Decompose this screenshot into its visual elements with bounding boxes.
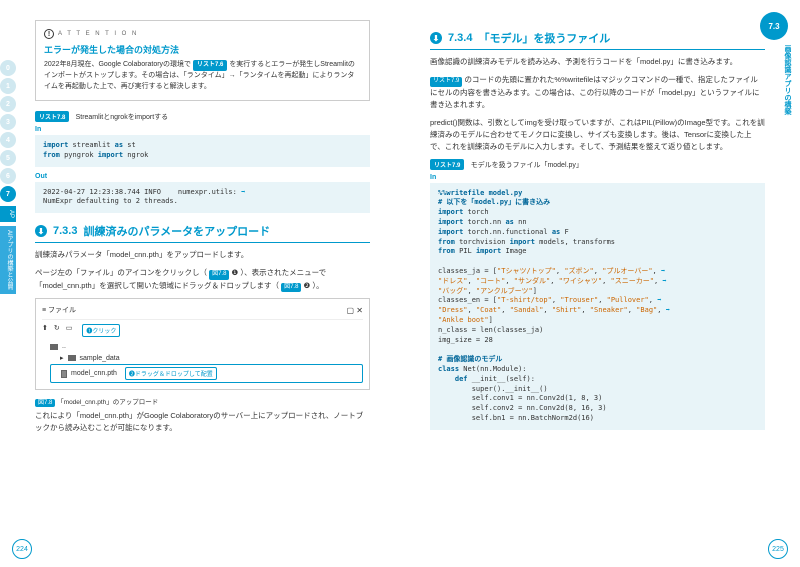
listing-header: リスト7.9 モデルを扱うファイル「model.py」 bbox=[430, 159, 765, 170]
attention-icon: ! bbox=[44, 29, 54, 39]
file-name: model_cnn.pth bbox=[71, 370, 117, 377]
refresh-icon[interactable]: ↻ bbox=[54, 324, 60, 337]
side-nav: 0 1 2 3 4 5 6 7 AP AIアプリの構築と公開 bbox=[0, 60, 16, 294]
in-label: In bbox=[35, 126, 370, 133]
fig-caption: 図7.8 「model_cnn.pth」のアップロード bbox=[35, 396, 370, 406]
nav-dot-active: 7 bbox=[0, 186, 16, 202]
folder-icon bbox=[68, 355, 76, 361]
upload-icon[interactable]: ⬆ bbox=[42, 324, 48, 337]
section-num: 7.3.3 bbox=[53, 225, 77, 237]
file-panel-title: ≡ ファイル bbox=[42, 305, 76, 315]
nav-dot: 1 bbox=[0, 78, 16, 94]
section-icon: ⬇ bbox=[35, 225, 47, 237]
side-tab: AP bbox=[0, 206, 16, 222]
text: ）。 bbox=[312, 281, 323, 290]
file-item[interactable]: ▸ sample_data bbox=[50, 352, 363, 364]
side-label: 画像認識アプリの構築 bbox=[782, 45, 792, 115]
in-label: In bbox=[430, 174, 765, 181]
side-tab-label: AIアプリの構築と公開 bbox=[0, 226, 16, 294]
code-block-output: 2022-04-27 12:23:38.744 INFO numexpr.uti… bbox=[35, 182, 370, 214]
fig-num: 図7.8 bbox=[35, 399, 55, 407]
section-name: 「モデル」を扱うファイル bbox=[478, 30, 610, 46]
list-tag: リスト7.8 bbox=[35, 111, 69, 122]
callout: ❶クリック bbox=[82, 324, 120, 337]
file-icon bbox=[61, 370, 67, 378]
close-icon[interactable]: ▢ ✕ bbox=[347, 306, 363, 315]
nav-dot: 6 bbox=[0, 168, 16, 184]
fig-ref: 図7.8 bbox=[281, 283, 301, 293]
para: predict()関数は、引数としてimgを受け取っていますが、これはPIL(P… bbox=[430, 117, 765, 153]
nav-dot: 2 bbox=[0, 96, 16, 112]
fig-ref: 図7.8 bbox=[209, 270, 229, 280]
file-item[interactable]: model_cnn.pth ❷ドラッグ＆ドロップして配置 bbox=[50, 364, 363, 383]
section-title: ⬇ 7.3.3 訓練済みのパラメータをアップロード bbox=[35, 223, 370, 243]
attention-box: ! A T T E N T I O N エラーが発生した場合の対処方法 2022… bbox=[35, 20, 370, 101]
text: ❶ bbox=[232, 268, 239, 277]
nav-dot: 5 bbox=[0, 150, 16, 166]
list-ref-badge: リスト7.6 bbox=[193, 60, 227, 71]
list-desc: Streamlitとngrokをimportする bbox=[76, 114, 169, 121]
attention-label: A T T E N T I O N bbox=[58, 31, 138, 37]
section-name: 訓練済みのパラメータをアップロード bbox=[83, 223, 270, 239]
file-name: sample_data bbox=[80, 355, 120, 362]
page-number: 225 bbox=[768, 539, 788, 559]
callout: ❷ドラッグ＆ドロップして配置 bbox=[125, 367, 217, 380]
fig-text: 「model_cnn.pth」のアップロード bbox=[57, 399, 158, 406]
list-tag: リスト7.9 bbox=[430, 159, 464, 170]
code-block-model: %%writefile model.py # 以下を「model.py」に書き込… bbox=[430, 183, 765, 430]
para: これにより「model_cnn.pth」がGoogle Colaboratory… bbox=[35, 410, 370, 434]
listing-header: リスト7.8 Streamlitとngrokをimportする bbox=[35, 111, 370, 122]
section-num: 7.3.4 bbox=[448, 32, 472, 44]
text: ページ左の「ファイル」のアイコンをクリックし（ bbox=[35, 268, 207, 277]
list-ref: リスト7.9 bbox=[430, 77, 462, 87]
nav-dot: 3 bbox=[0, 114, 16, 130]
mount-icon[interactable]: ▭ bbox=[66, 324, 73, 337]
corner-badge: 7.3 bbox=[760, 12, 788, 40]
page-number: 224 bbox=[12, 539, 32, 559]
list-desc: モデルを扱うファイル「model.py」 bbox=[471, 162, 583, 169]
section-title: ⬇ 7.3.4 「モデル」を扱うファイル bbox=[430, 30, 765, 50]
attention-text: 2022年8月現在、Google Colaboratoryの環境で bbox=[44, 61, 191, 68]
file-panel-head: ≡ ファイル ▢ ✕ bbox=[42, 305, 363, 320]
folder-icon bbox=[50, 344, 58, 350]
attention-body: 2022年8月現在、Google Colaboratoryの環境で リスト7.6… bbox=[44, 60, 361, 92]
file-item[interactable]: .. bbox=[50, 341, 363, 352]
text: のコードの先頭に置かれた%%writefileはマジックコマンドの一種で、指定し… bbox=[430, 75, 760, 109]
nav-dot: 4 bbox=[0, 132, 16, 148]
out-label: Out bbox=[35, 173, 370, 180]
page-right: 7.3 画像認識アプリの構築 ⬇ 7.3.4 「モデル」を扱うファイル 画像認識… bbox=[400, 0, 800, 567]
text: ファイル bbox=[48, 307, 76, 314]
para: 訓練済みパラメータ「model_cnn.pth」をアップロードします。 bbox=[35, 249, 370, 261]
file-toolbar: ⬆ ↻ ▭ ❶クリック bbox=[42, 324, 363, 337]
section-icon: ⬇ bbox=[430, 32, 442, 44]
para: 画像認識の訓練済みモデルを読み込み、予測を行うコードを「model.py」に書き… bbox=[430, 56, 765, 68]
file-tree: .. ▸ sample_data model_cnn.pth ❷ドラッグ＆ドロッ… bbox=[42, 341, 363, 383]
code-block-import: import streamlit as st from pyngrok impo… bbox=[35, 135, 370, 167]
attention-title: エラーが発生した場合の対処方法 bbox=[44, 43, 361, 56]
para: リスト7.9 のコードの先頭に置かれた%%writefileはマジックコマンドの… bbox=[430, 74, 765, 111]
page-left: 0 1 2 3 4 5 6 7 AP AIアプリの構築と公開 ! A T T E… bbox=[0, 0, 400, 567]
file-panel: ≡ ファイル ▢ ✕ ⬆ ↻ ▭ ❶クリック .. ▸ sample_data … bbox=[35, 298, 370, 390]
nav-dot: 0 bbox=[0, 60, 16, 76]
attention-head: ! A T T E N T I O N bbox=[44, 29, 361, 39]
text: ❷ bbox=[304, 281, 311, 290]
para: ページ左の「ファイル」のアイコンをクリックし（ 図7.8 ❶ ）、表示されたメニ… bbox=[35, 267, 370, 292]
file-name: .. bbox=[62, 343, 66, 350]
